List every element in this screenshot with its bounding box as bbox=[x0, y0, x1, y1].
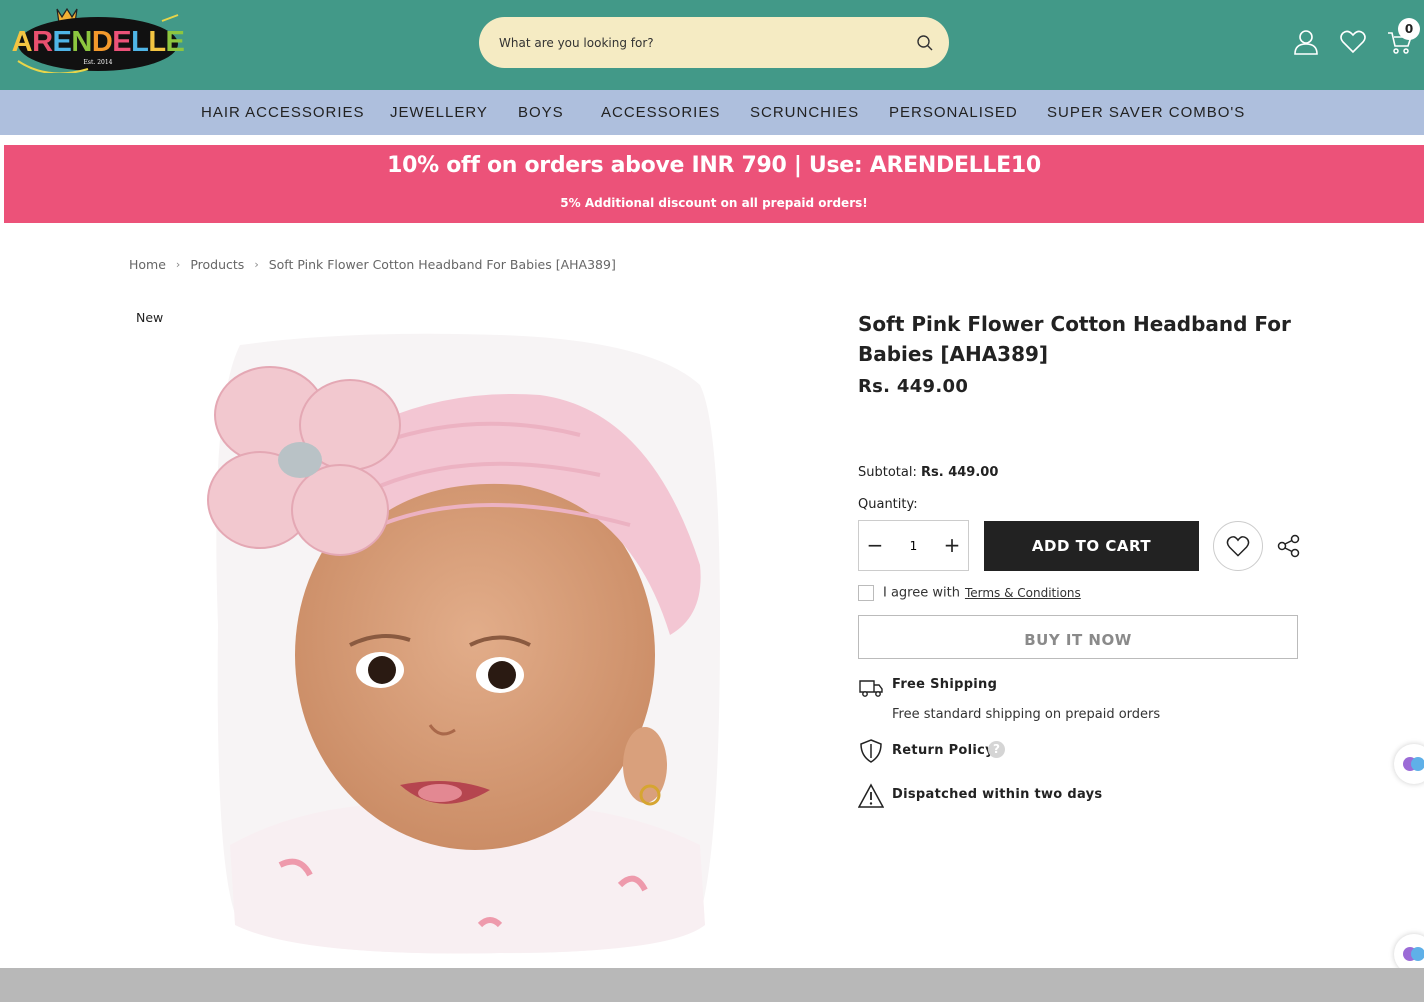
add-to-cart-button[interactable]: ADD TO CART bbox=[984, 521, 1199, 571]
search-bar[interactable] bbox=[479, 17, 949, 68]
nav-item-hair-accessories[interactable]: HAIR ACCESSORIES bbox=[201, 90, 365, 135]
new-badge: New bbox=[136, 310, 164, 325]
breadcrumb: Home › Products › Soft Pink Flower Cotton He… bbox=[129, 256, 616, 272]
search-icon[interactable] bbox=[915, 33, 935, 53]
subtotal-label: Subtotal: bbox=[858, 465, 917, 480]
warning-icon bbox=[858, 783, 884, 808]
quantity-input[interactable] bbox=[891, 521, 936, 570]
help-question-icon[interactable]: ? bbox=[988, 741, 1005, 758]
add-to-wishlist-button[interactable] bbox=[1213, 521, 1263, 571]
promo-subtext: 5% Additional discount on all prepaid or… bbox=[560, 196, 868, 210]
search-input[interactable] bbox=[499, 17, 899, 68]
nav-item-scrunchies[interactable]: SCRUNCHIES bbox=[750, 90, 859, 135]
terms-agreement: I agree with Terms & Conditions bbox=[858, 585, 1081, 603]
promo-banner: 10% off on orders above INR 790 | Use: A… bbox=[4, 145, 1424, 223]
breadcrumb-current: Soft Pink Flower Cotton Headband For Bab… bbox=[268, 257, 616, 272]
dispatch-title: Dispatched within two days bbox=[892, 787, 1103, 802]
shield-icon bbox=[860, 739, 882, 763]
nav-item-personalised[interactable]: PERSONALISED bbox=[889, 90, 1018, 135]
breadcrumb-products[interactable]: Products bbox=[190, 257, 244, 272]
nav-item-boys[interactable]: BOYS bbox=[518, 90, 564, 135]
free-shipping-desc: Free standard shipping on prepaid orders bbox=[892, 707, 1161, 722]
quantity-stepper: − + bbox=[858, 520, 969, 571]
nav-item-jewellery[interactable]: JEWELLERY bbox=[390, 90, 488, 135]
svg-text:Est. 2014: Est. 2014 bbox=[84, 59, 113, 66]
main-nav: HAIR ACCESSORIES JEWELLERY BOYS ACCESSOR… bbox=[0, 90, 1424, 135]
quantity-decrease-button[interactable]: − bbox=[859, 521, 891, 570]
quantity-label: Quantity: bbox=[858, 497, 918, 512]
nav-item-super-saver-combos[interactable]: SUPER SAVER COMBO'S bbox=[1047, 90, 1245, 135]
heart-icon bbox=[1226, 536, 1250, 557]
agree-text: I agree with bbox=[883, 585, 960, 601]
share-icon[interactable] bbox=[1276, 533, 1302, 559]
terms-link[interactable]: Terms & Conditions bbox=[965, 586, 1081, 600]
account-icon[interactable] bbox=[1292, 28, 1320, 56]
free-shipping-title: Free Shipping bbox=[892, 677, 998, 692]
product-price: Rs. 449.00 bbox=[858, 376, 969, 397]
terms-checkbox[interactable] bbox=[858, 585, 874, 601]
subtotal: Subtotal: Rs. 449.00 bbox=[858, 465, 998, 480]
breadcrumb-home[interactable]: Home bbox=[129, 257, 166, 272]
footer-band bbox=[0, 968, 1424, 1002]
chevron-right-icon: › bbox=[175, 258, 181, 271]
brain-icon bbox=[1403, 757, 1424, 771]
site-header: ARENDELLE Est. 2014 0 bbox=[0, 0, 1424, 90]
nav-item-accessories[interactable]: ACCESSORIES bbox=[601, 90, 720, 135]
truck-icon bbox=[859, 680, 883, 697]
cart-count-badge: 0 bbox=[1398, 18, 1420, 40]
quantity-increase-button[interactable]: + bbox=[936, 521, 968, 570]
chat-widget-button[interactable] bbox=[1394, 744, 1424, 784]
wishlist-heart-icon[interactable] bbox=[1339, 28, 1367, 56]
product-image[interactable] bbox=[200, 325, 730, 957]
svg-text:ARENDELLE: ARENDELLE bbox=[12, 26, 185, 58]
promo-headline: 10% off on orders above INR 790 | Use: A… bbox=[387, 153, 1041, 178]
buy-it-now-button[interactable]: BUY IT NOW bbox=[858, 615, 1298, 659]
chevron-right-icon: › bbox=[254, 258, 259, 271]
subtotal-value: Rs. 449.00 bbox=[921, 465, 999, 480]
product-title: Soft Pink Flower Cotton Headband For Bab… bbox=[858, 312, 1291, 366]
return-policy-title[interactable]: Return Policy bbox=[892, 743, 994, 758]
arendelle-logo[interactable]: ARENDELLE Est. 2014 bbox=[12, 5, 188, 73]
